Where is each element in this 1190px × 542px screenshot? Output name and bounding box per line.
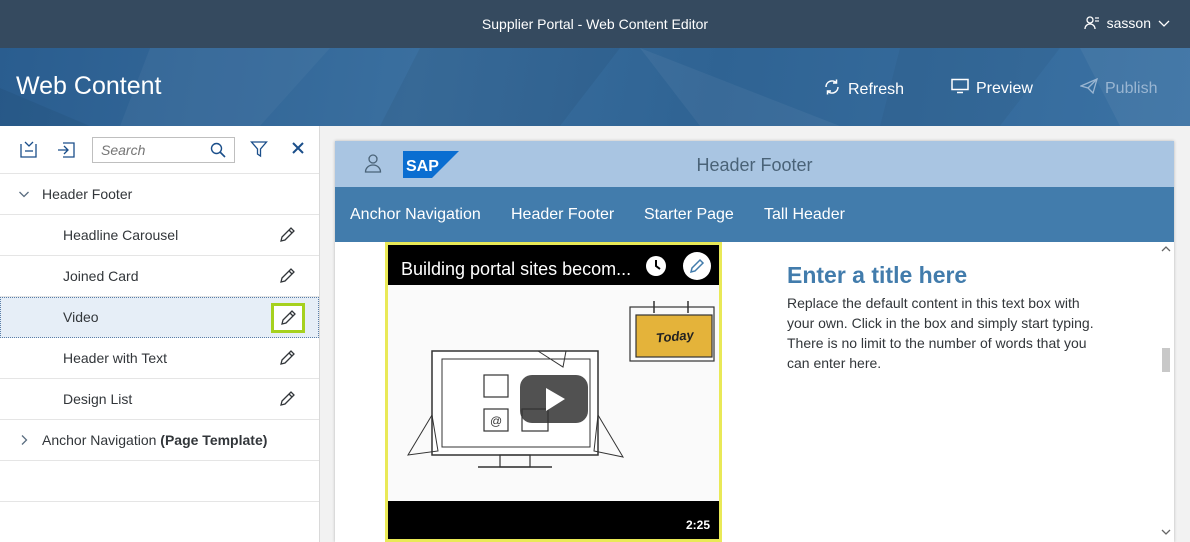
clock-icon[interactable] [645,255,667,282]
nav-item-header-footer[interactable]: Header Footer [511,206,614,224]
preview-content: Building portal sites becom... Today @ 2… [335,242,1174,542]
monitor-icon [951,78,969,99]
user-name: sasson [1106,15,1151,31]
refresh-button[interactable]: Refresh [823,78,904,101]
tree-item-label: Header with Text [63,350,168,366]
tree-item-label: Joined Card [63,268,139,284]
preview-canvas: SAP Header Footer Anchor Navigation Head… [320,126,1190,542]
refresh-label: Refresh [848,80,905,98]
edit-pencil-icon[interactable] [277,266,297,286]
tree-item-header-with-text[interactable]: Header with Text [0,338,319,379]
collapse-all-icon[interactable] [19,140,39,160]
search-icon[interactable] [210,142,226,163]
preview-page-header: SAP Header Footer [335,141,1174,187]
search-field[interactable] [92,137,235,163]
scroll-up-icon[interactable] [1161,245,1171,256]
preview-button[interactable]: Preview [951,78,1033,99]
page-title: Web Content [16,72,162,100]
tree-item-text: Anchor Navigation [42,432,157,448]
app-title: Supplier Portal - Web Content Editor [481,16,709,32]
tree-empty-row [0,461,319,502]
preview-navigation: Anchor Navigation Header Footer Starter … [335,187,1174,242]
edit-pencil-icon[interactable] [277,389,297,409]
tree-item-label: Headline Carousel [63,227,179,243]
chevron-down-icon[interactable] [18,187,30,203]
video-title: Building portal sites becom... [401,259,632,279]
tree-toolbar [0,126,319,174]
preview-scrollbar[interactable] [1158,242,1174,542]
tree-item-headline-carousel[interactable]: Headline Carousel [0,215,319,256]
edit-pencil-icon[interactable] [682,251,712,286]
user-icon [1083,15,1100,31]
nav-item-tall-header[interactable]: Tall Header [764,206,845,224]
tree-item-label: Header Footer [42,186,133,202]
tree-item-design-list[interactable]: Design List [0,379,319,420]
video-player[interactable]: Building portal sites becom... Today @ 2… [385,242,722,542]
page-preview-card: SAP Header Footer Anchor Navigation Head… [335,141,1174,542]
tree-item-anchor-navigation[interactable]: Anchor Navigation (Page Template) [0,420,319,461]
refresh-icon [823,78,841,101]
text-block[interactable]: Enter a title here Replace the default c… [787,262,1097,373]
preview-label: Preview [976,79,1033,97]
tree-item-label: Anchor Navigation (Page Template) [42,432,267,448]
tree-item-joined-card[interactable]: Joined Card [0,256,319,297]
video-thumbnail: Today @ [388,285,719,501]
shell-bar: Supplier Portal - Web Content Editor sas… [0,0,1190,48]
publish-label: Publish [1105,79,1158,97]
edit-pencil-icon[interactable] [271,303,305,333]
nav-item-anchor-navigation[interactable]: Anchor Navigation [350,206,481,224]
close-icon[interactable] [290,140,310,160]
page-header: Web Content Refresh Preview Publish [0,48,1190,126]
edit-pencil-icon[interactable] [277,225,297,245]
svg-text:@: @ [490,414,502,428]
video-title-bar: Building portal sites becom... [388,245,719,285]
video-duration: 2:25 [685,518,710,532]
filter-icon[interactable] [250,140,270,160]
content-tree-panel: Header Footer Headline Carousel Joined C… [0,126,320,542]
chevron-right-icon[interactable] [18,433,30,449]
tree-item-header-footer[interactable]: Header Footer [0,174,319,215]
scroll-down-icon[interactable] [1161,528,1171,539]
user-menu[interactable]: sasson [1083,15,1170,31]
preview-header-title: Header Footer [696,155,813,175]
video-control-bar[interactable]: 2:25 [388,501,719,539]
nav-item-starter-page[interactable]: Starter Page [644,206,734,224]
search-input[interactable] [93,138,203,162]
scrollbar-thumb[interactable] [1162,348,1170,372]
paper-plane-icon [1079,77,1099,99]
page-template-suffix: (Page Template) [160,432,268,448]
text-block-title[interactable]: Enter a title here [787,262,1097,289]
tree-item-label: Design List [63,391,133,407]
publish-button[interactable]: Publish [1079,77,1158,99]
text-block-body[interactable]: Replace the default content in this text… [787,293,1097,373]
tree-item-video[interactable]: Video [0,297,319,338]
edit-pencil-icon[interactable] [277,348,297,368]
tree-item-label: Video [63,309,99,325]
chevron-down-icon [1158,18,1170,28]
expand-all-icon[interactable] [57,140,77,160]
